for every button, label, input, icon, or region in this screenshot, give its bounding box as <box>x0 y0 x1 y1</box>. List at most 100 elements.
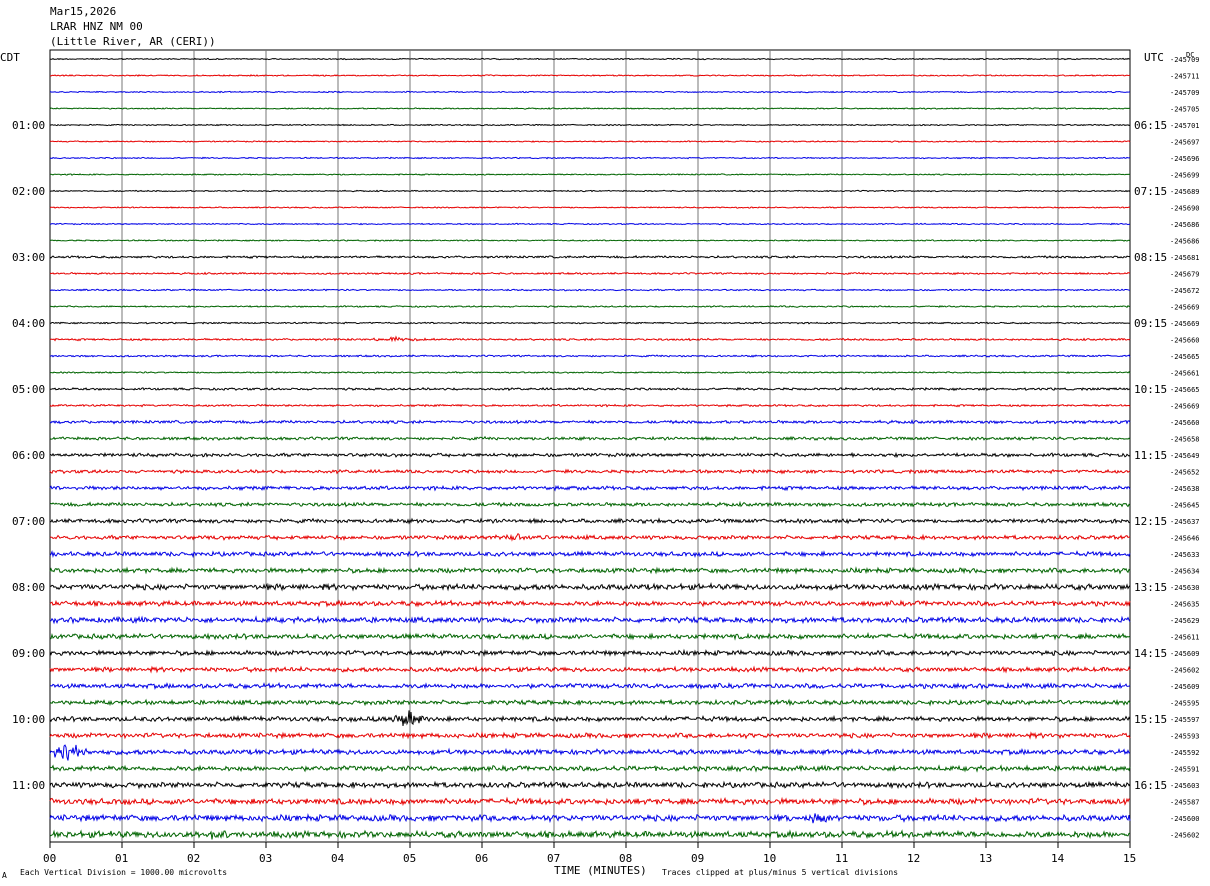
x-tick-label: 03 <box>259 852 272 865</box>
trace-line <box>49 123 1131 127</box>
header-station: LRAR HNZ NM 00 <box>50 20 143 33</box>
x-axis-title: TIME (MINUTES) <box>554 864 647 877</box>
trace-line <box>49 468 1131 475</box>
x-tick-label: 01 <box>115 852 128 865</box>
trace-line <box>49 57 1131 61</box>
right-timezone-label: UTC <box>1144 51 1164 64</box>
dc-offset-value: -245595 <box>1170 700 1200 708</box>
trace-line <box>49 288 1131 292</box>
trace-line <box>49 764 1131 773</box>
dc-offset-value: -245672 <box>1170 287 1200 295</box>
trace-line <box>49 631 1131 641</box>
trace-line <box>49 599 1131 608</box>
dc-offset-value: -245686 <box>1170 221 1200 229</box>
hour-label-utc: 13:15 <box>1134 581 1167 594</box>
dc-offset-value: -245633 <box>1170 551 1200 559</box>
trace-line <box>49 419 1131 425</box>
trace-line <box>49 710 1131 726</box>
trace-line <box>49 206 1131 209</box>
x-tick-label: 05 <box>403 852 416 865</box>
dc-offset-value: -245696 <box>1170 155 1200 163</box>
hour-label-utc: 16:15 <box>1134 779 1167 792</box>
scale-note: Each Vertical Division = 1000.00 microvo… <box>20 868 227 877</box>
dc-offset-value: -245629 <box>1170 617 1200 625</box>
trace-line <box>49 780 1131 790</box>
seismogram-plot: Mar15,2026 LRAR HNZ NM 00 (Little River,… <box>0 5 1200 880</box>
dc-offset-value: -245660 <box>1170 419 1200 427</box>
trace-line <box>49 796 1131 807</box>
minute-grid <box>121 50 1059 842</box>
hour-label-cdt: 11:00 <box>12 779 45 792</box>
dc-offset-value: -245634 <box>1170 568 1200 576</box>
x-tick-label: 02 <box>187 852 200 865</box>
trace-line <box>49 140 1131 143</box>
dc-offset-value: -245681 <box>1170 254 1200 262</box>
trace-line <box>50 386 1131 392</box>
dc-offset-value: -245669 <box>1170 403 1200 411</box>
trace-line <box>49 532 1131 542</box>
hour-label-utc: 07:15 <box>1134 185 1167 198</box>
hour-label-cdt: 08:00 <box>12 581 45 594</box>
trace-line <box>49 435 1131 442</box>
dc-offset-value: -245649 <box>1170 452 1200 460</box>
trace-line <box>49 74 1131 77</box>
x-tick-label: 12 <box>907 852 920 865</box>
dc-offset-value: -245686 <box>1170 238 1200 246</box>
trace-line <box>49 484 1131 492</box>
trace-line <box>49 744 1131 761</box>
dc-offset-value: -245600 <box>1170 815 1200 823</box>
trace-line <box>50 173 1131 176</box>
dc-offset-value: -245690 <box>1170 205 1200 213</box>
dc-offset-value: -245637 <box>1170 518 1200 526</box>
hour-label-cdt: 09:00 <box>12 647 45 660</box>
dc-offset-value: -245638 <box>1170 485 1200 493</box>
dc-offset-value: -245630 <box>1170 584 1200 592</box>
x-tick-label: 13 <box>979 852 992 865</box>
trace-line <box>49 239 1131 242</box>
trace-line <box>49 90 1131 94</box>
dc-offset-value: -245701 <box>1170 122 1200 130</box>
dc-offset-labels: -245709 -245711 -245709 -245705 -245701 -2456… <box>1170 56 1200 840</box>
dc-offset-value: -245709 <box>1170 56 1200 64</box>
trace-line <box>49 549 1131 559</box>
trace-line <box>49 829 1131 840</box>
dc-offset-value: -245660 <box>1170 337 1200 345</box>
trace-line <box>49 271 1131 276</box>
dc-offset-value: -245699 <box>1170 172 1200 180</box>
dc-offset-value: -245646 <box>1170 535 1200 543</box>
x-axis-ticks: 00 01 02 03 04 05 06 07 08 09 10 11 12 13 14 15 <box>43 842 1136 865</box>
hour-label-cdt: 01:00 <box>12 119 45 132</box>
hour-label-utc: 06:15 <box>1134 119 1167 132</box>
trace-line <box>49 254 1131 260</box>
traces <box>49 57 1131 840</box>
trace-line <box>49 566 1131 575</box>
hour-label-utc: 12:15 <box>1134 515 1167 528</box>
trace-line <box>49 500 1131 508</box>
trace-line <box>49 648 1131 658</box>
trace-line <box>49 665 1131 674</box>
hour-label-utc: 14:15 <box>1134 647 1167 660</box>
trace-line <box>49 517 1131 525</box>
dc-offset-value: -245611 <box>1170 634 1200 642</box>
hour-label-cdt: 10:00 <box>12 713 45 726</box>
dc-offset-value: -245658 <box>1170 436 1200 444</box>
dc-offset-value: -245665 <box>1170 353 1200 361</box>
hour-label-cdt: 07:00 <box>12 515 45 528</box>
x-tick-label: 09 <box>691 852 704 865</box>
dc-offset-value: -245609 <box>1170 683 1200 691</box>
dc-offset-value: -245652 <box>1170 469 1200 477</box>
hour-label-cdt: 04:00 <box>12 317 45 330</box>
x-tick-label: 11 <box>835 852 848 865</box>
dc-offset-value: -245709 <box>1170 89 1200 97</box>
trace-line <box>49 581 1131 592</box>
trace-line <box>49 451 1131 459</box>
hour-label-cdt: 02:00 <box>12 185 45 198</box>
dc-offset-value: -245587 <box>1170 799 1200 807</box>
right-hour-labels: 06:15 07:15 08:15 09:15 10:15 11:15 12:15 13:15… <box>1134 119 1167 792</box>
trace-line <box>49 189 1131 193</box>
dc-offset-value: -245635 <box>1170 601 1200 609</box>
x-tick-label: 15 <box>1123 852 1136 865</box>
plot-frame <box>49 49 1131 843</box>
dc-offset-value: -245669 <box>1170 320 1200 328</box>
trace-line <box>49 304 1131 309</box>
